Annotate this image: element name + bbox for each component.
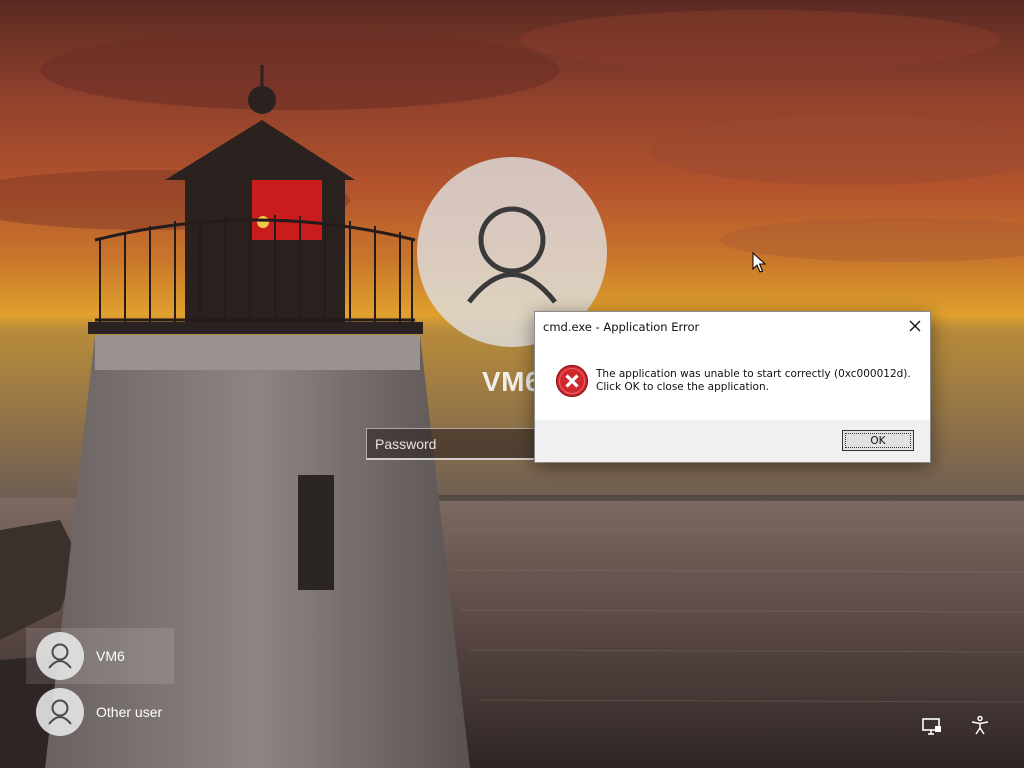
- mouse-cursor-icon: [752, 252, 766, 273]
- dialog-title: cmd.exe - Application Error: [543, 320, 700, 334]
- user-icon: [48, 643, 72, 669]
- dialog-message: The application was unable to start corr…: [596, 368, 911, 394]
- avatar: [36, 632, 84, 680]
- network-icon[interactable]: [920, 714, 944, 738]
- user-item-label: VM6: [96, 648, 125, 664]
- user-icon: [48, 699, 72, 725]
- dialog-message-line: Click OK to close the application.: [596, 381, 769, 393]
- dialog-footer: OK: [535, 420, 930, 462]
- error-dialog: cmd.exe - Application Error The applicat…: [534, 311, 931, 463]
- user-item-other-user[interactable]: Other user: [26, 684, 174, 740]
- error-icon: [555, 364, 589, 398]
- avatar: [36, 688, 84, 736]
- accessibility-icon[interactable]: [968, 714, 992, 738]
- ok-button[interactable]: OK: [842, 430, 914, 451]
- user-item-label: Other user: [96, 704, 163, 720]
- account-name: VM6: [482, 366, 542, 397]
- close-button[interactable]: [900, 312, 930, 340]
- close-icon: [909, 320, 921, 332]
- dialog-message-line: The application was unable to start corr…: [596, 368, 911, 380]
- user-item-vm6[interactable]: VM6: [26, 628, 174, 684]
